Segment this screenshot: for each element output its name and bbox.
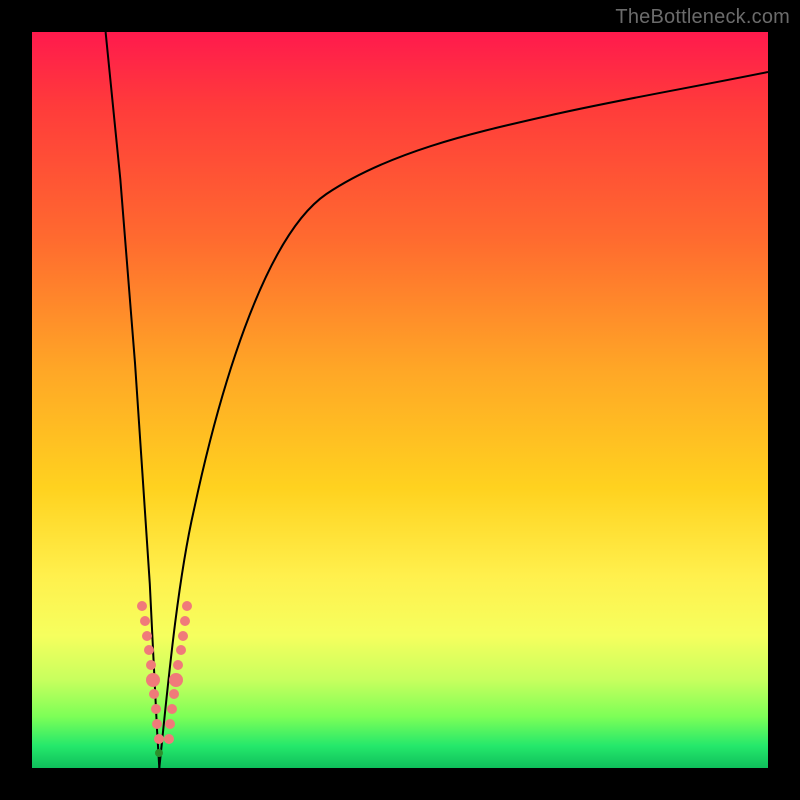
chart-frame: TheBottleneck.com [0, 0, 800, 800]
watermark-label: TheBottleneck.com [615, 6, 790, 29]
sample-dot [178, 631, 188, 641]
plot-area [32, 32, 768, 768]
curve-left-branch [106, 32, 160, 768]
sample-dot [146, 673, 160, 687]
sample-dot [154, 734, 164, 744]
sample-dot [169, 689, 179, 699]
sample-dot [173, 660, 183, 670]
curve-right-branch [159, 72, 768, 768]
sample-dot [152, 719, 162, 729]
optimum-dot [155, 749, 163, 757]
sample-dot [180, 616, 190, 626]
sample-dot [149, 689, 159, 699]
sample-dot [137, 601, 147, 611]
sample-dot [182, 601, 192, 611]
sample-dot [146, 660, 156, 670]
sample-dot [176, 645, 186, 655]
sample-dot [165, 719, 175, 729]
sample-dot [167, 704, 177, 714]
sample-dot [142, 631, 152, 641]
bottleneck-curve [32, 32, 768, 768]
sample-dot [144, 645, 154, 655]
sample-dot [140, 616, 150, 626]
sample-dot [164, 734, 174, 744]
sample-dot [151, 704, 161, 714]
sample-dot [169, 673, 183, 687]
